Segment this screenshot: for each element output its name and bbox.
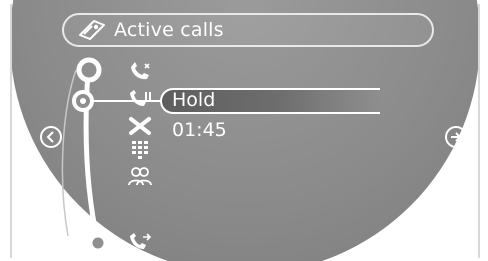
idrive-screen: Active calls Hold 01:45 xyxy=(0,0,488,261)
arrow-left-icon xyxy=(46,131,54,143)
arrow-right-button[interactable] xyxy=(445,126,467,148)
call-duration: 01:45 xyxy=(172,119,227,141)
keypad-icon[interactable] xyxy=(128,140,152,160)
arrow-left-button[interactable] xyxy=(40,126,62,148)
arrow-right-icon xyxy=(451,132,462,142)
end-call-icon[interactable] xyxy=(128,116,152,136)
call-transfer-icon[interactable] xyxy=(128,232,152,252)
selected-item-label[interactable]: Hold xyxy=(172,89,215,111)
selection-track xyxy=(61,57,164,254)
conference-call-icon[interactable] xyxy=(128,166,152,186)
call-icon[interactable] xyxy=(128,62,152,82)
hold-call-icon[interactable] xyxy=(128,90,152,110)
